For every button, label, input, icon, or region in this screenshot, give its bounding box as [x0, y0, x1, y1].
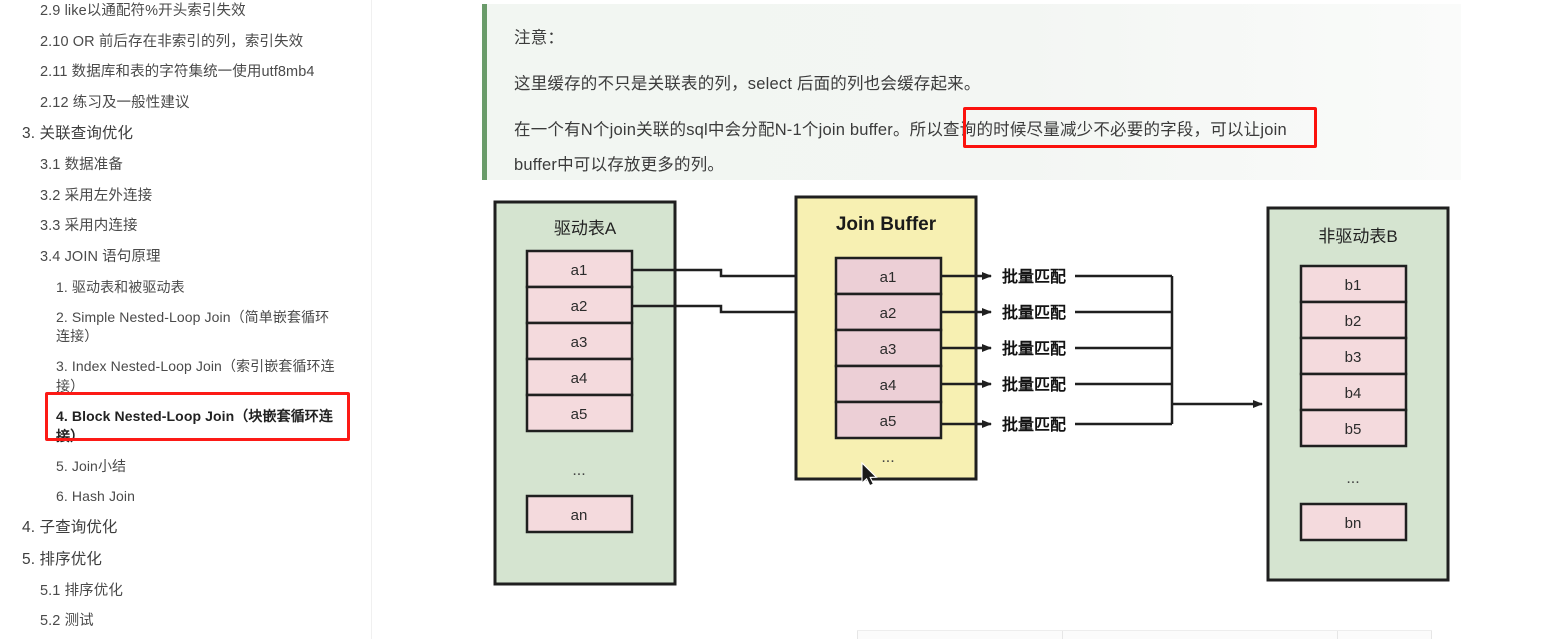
page-root: 2.9 like以通配符%开头索引失效 2.10 OR 前后存在非索引的列，索引失… [0, 0, 1566, 639]
batch-match-label-4: 批量匹配 [1002, 375, 1066, 394]
toc-item-7[interactable]: 3.3 采用内连接 [0, 211, 360, 242]
note-line-2-highlighted: 所以查询的时候尽量减少不必要的字段， [909, 121, 1211, 139]
note-line-2-after: 可以让join [1210, 121, 1287, 139]
table-b-row-b3: b3 [1345, 349, 1362, 366]
note-line-2-before: 在一个有N个join关联的sql中会分配N-1个join buffer。 [514, 121, 910, 139]
table-b-ellipsis: ... [1346, 470, 1359, 487]
non-driving-table-b-title: 非驱动表B [1318, 227, 1397, 246]
join-buffer-ellipsis: ... [881, 449, 894, 466]
match-convergence-bus [1075, 274, 1263, 426]
batch-match-label-5: 批量匹配 [1002, 415, 1066, 434]
toc-item-3[interactable]: 2.12 练习及一般性建议 [0, 88, 360, 119]
toc-item-2[interactable]: 2.11 数据库和表的字符集统一使用utf8mb4 [0, 57, 360, 88]
table-b-row-b5: b5 [1345, 421, 1362, 438]
block-nested-loop-join-diagram: 驱动表A a1 a2 a3 a4 a5 ... an Join Buffer a… [372, 186, 1566, 606]
buffer-row-a1: a1 [880, 269, 897, 286]
table-b-row-b2: b2 [1345, 313, 1362, 330]
toc-item-5[interactable]: 3.1 数据准备 [0, 150, 360, 181]
toc-item-14[interactable]: 6. Hash Join [0, 482, 360, 512]
table-b-row-b4: b4 [1345, 385, 1362, 402]
driving-row-a3: a3 [571, 334, 588, 351]
driving-table-a-group: 驱动表A a1 a2 a3 a4 a5 ... an [493, 200, 677, 586]
batch-match-label-3: 批量匹配 [1002, 339, 1066, 358]
toc-list: 2.9 like以通配符%开头索引失效 2.10 OR 前后存在非索引的列，索引失… [0, 0, 360, 639]
bottom-toolbar-strip [857, 630, 1432, 639]
toc-item-15[interactable]: 4. 子查询优化 [0, 512, 360, 544]
non-driving-table-b-group: 非驱动表B b1 b2 b3 b4 b5 ... bn [1266, 206, 1450, 582]
driving-table-a-title: 驱动表A [554, 219, 617, 238]
note-line-3: buffer中可以存放更多的列。 [514, 156, 725, 174]
join-buffer-rows: a1 a2 a3 a4 a5 [834, 256, 943, 440]
toc-item-10[interactable]: 2. Simple Nested-Loop Join（简单嵌套循环连接） [0, 303, 360, 353]
note-line-1: 这里缓存的不只是关联表的列，select 后面的列也会缓存起来。 [514, 75, 981, 93]
batch-match-label-1: 批量匹配 [1002, 267, 1066, 286]
toc-item-8[interactable]: 3.4 JOIN 语句原理 [0, 242, 360, 273]
batch-match-label-2: 批量匹配 [1002, 303, 1066, 322]
table-of-contents-sidebar[interactable]: 2.9 like以通配符%开头索引失效 2.10 OR 前后存在非索引的列，索引失… [0, 0, 372, 639]
toc-item-1[interactable]: 2.10 OR 前后存在非索引的列，索引失效 [0, 27, 360, 58]
buffer-row-a2: a2 [880, 305, 897, 322]
note-title: 注意： [514, 29, 565, 47]
driving-table-a-ellipsis: ... [572, 462, 585, 479]
toc-item-16[interactable]: 5. 排序优化 [0, 544, 360, 576]
driving-table-a-rows: a1 a2 a3 a4 a5 [525, 249, 634, 433]
non-driving-table-b-rows: b1 b2 b3 b4 b5 [1299, 264, 1408, 448]
table-b-row-bn: bn [1345, 515, 1362, 532]
join-buffer-group: Join Buffer a1 a2 a3 a4 a5 ... [794, 195, 978, 481]
table-b-row-b1: b1 [1345, 277, 1362, 294]
note-line-2: 在一个有N个join关联的sql中会分配N-1个join buffer。所以查询… [514, 116, 1287, 140]
buffer-row-a4: a4 [880, 377, 897, 394]
article-content: 注意： 这里缓存的不只是关联表的列，select 后面的列也会缓存起来。 在一个… [372, 0, 1566, 639]
toc-item-0[interactable]: 2.9 like以通配符%开头索引失效 [0, 0, 360, 27]
join-buffer-title: Join Buffer [836, 214, 937, 235]
driving-row-a4: a4 [571, 370, 588, 387]
buffer-row-a5: a5 [880, 413, 897, 430]
toc-item-17[interactable]: 5.1 排序优化 [0, 576, 360, 607]
toc-item-18[interactable]: 5.2 测试 [0, 606, 360, 637]
toc-item-12[interactable]: 4. Block Nested-Loop Join（块嵌套循环连接） [0, 402, 360, 452]
buffer-row-a3: a3 [880, 341, 897, 358]
note-callout: 注意： 这里缓存的不只是关联表的列，select 后面的列也会缓存起来。 在一个… [482, 4, 1461, 180]
driving-row-an: an [571, 507, 588, 524]
batch-match-labels: 批量匹配 批量匹配 批量匹配 批量匹配 批量匹配 [1002, 267, 1066, 434]
driving-row-a1: a1 [571, 262, 588, 279]
toc-item-9[interactable]: 1. 驱动表和被驱动表 [0, 273, 360, 303]
toc-item-6[interactable]: 3.2 采用左外连接 [0, 181, 360, 212]
driving-row-a2: a2 [571, 298, 588, 315]
driving-row-a5: a5 [571, 406, 588, 423]
toc-item-11[interactable]: 3. Index Nested-Loop Join（索引嵌套循环连接） [0, 352, 360, 402]
toc-item-13[interactable]: 5. Join小结 [0, 452, 360, 482]
toc-item-4[interactable]: 3. 关联查询优化 [0, 118, 360, 150]
